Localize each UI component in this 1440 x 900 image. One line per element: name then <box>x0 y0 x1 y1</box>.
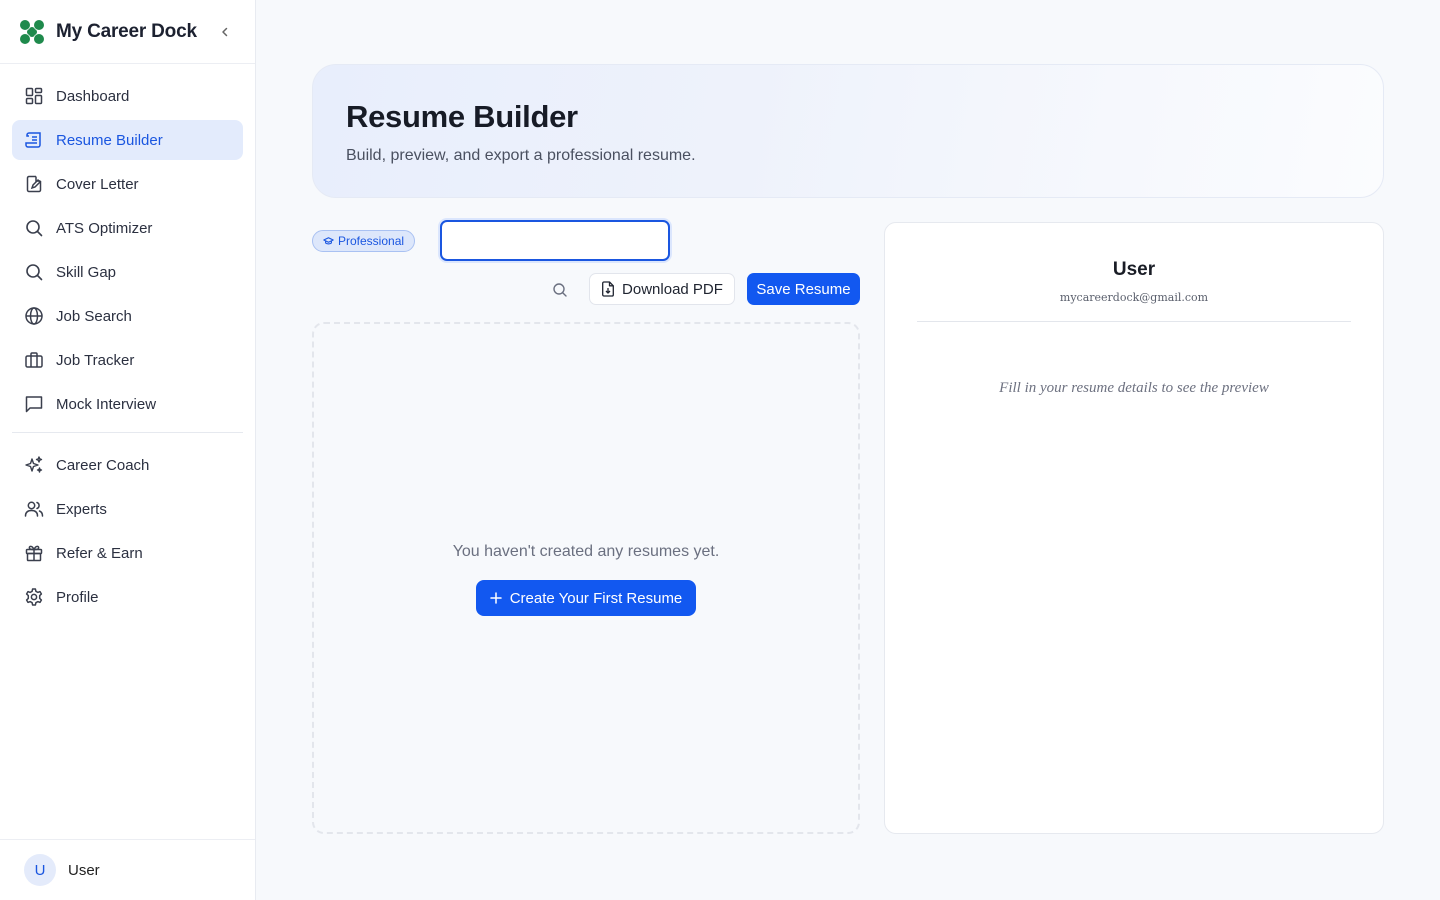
graduation-cap-icon <box>323 236 334 246</box>
sidebar-item-ats-optimizer[interactable]: ATS Optimizer <box>12 208 243 248</box>
sidebar-item-job-search[interactable]: Job Search <box>12 296 243 336</box>
sidebar-item-label: Dashboard <box>56 87 130 105</box>
sidebar-item-cover-letter[interactable]: Cover Letter <box>12 164 243 204</box>
sidebar-nav: Dashboard Resume Builder Cover Letter AT… <box>0 64 255 617</box>
create-first-resume-button[interactable]: Create Your First Resume <box>476 580 696 616</box>
search-icon <box>553 283 567 297</box>
search-button[interactable] <box>548 278 572 302</box>
sidebar-item-mock-interview[interactable]: Mock Interview <box>12 384 243 424</box>
sidebar-item-experts[interactable]: Experts <box>12 489 243 529</box>
sidebar: My Career Dock Dashboard Resume Builder … <box>0 0 256 900</box>
sidebar-item-label: Mock Interview <box>56 395 157 413</box>
cover-letter-icon <box>24 174 44 194</box>
chevron-left-icon <box>222 27 228 37</box>
sidebar-item-refer-earn[interactable]: Refer & Earn <box>12 533 243 573</box>
sidebar-item-job-tracker[interactable]: Job Tracker <box>12 340 243 380</box>
empty-state-message: You haven't created any resumes yet. <box>452 543 720 560</box>
page-subtitle: Build, preview, and export a professiona… <box>346 147 696 164</box>
sidebar-item-label: Job Search <box>56 307 132 325</box>
nav-divider <box>12 432 243 433</box>
preview-divider <box>917 321 1351 322</box>
download-pdf-label: Download PDF <box>622 280 723 298</box>
chat-icon <box>24 394 44 414</box>
page-header: Resume Builder Build, preview, and expor… <box>312 64 1384 198</box>
sidebar-item-career-coach[interactable]: Career Coach <box>12 445 243 485</box>
save-resume-button[interactable]: Save Resume <box>747 273 860 305</box>
sidebar-item-label: Profile <box>56 588 99 606</box>
sidebar-item-label: Experts <box>56 500 107 518</box>
create-first-resume-label: Create Your First Resume <box>509 589 683 607</box>
users-icon <box>24 499 44 519</box>
plus-icon <box>489 592 502 604</box>
download-pdf-button[interactable]: Download PDF <box>589 273 735 305</box>
user-menu[interactable]: U User <box>0 839 255 900</box>
briefcase-icon <box>24 350 44 370</box>
sidebar-item-label: Job Tracker <box>56 351 135 369</box>
resume-list-panel: You haven't created any resumes yet. Cre… <box>312 322 860 834</box>
sidebar-item-label: Career Coach <box>56 456 150 474</box>
app-name: My Career Dock <box>56 20 197 42</box>
sidebar-item-skill-gap[interactable]: Skill Gap <box>12 252 243 292</box>
sidebar-item-label: ATS Optimizer <box>56 219 153 237</box>
page-title: Resume Builder <box>346 99 578 134</box>
sidebar-item-label: Skill Gap <box>56 263 117 281</box>
search-icon <box>24 262 44 282</box>
avatar: U <box>24 854 56 886</box>
collapse-sidebar-button[interactable] <box>214 21 236 43</box>
resume-icon <box>24 130 44 150</box>
template-badge[interactable]: Professional <box>312 230 416 252</box>
sidebar-item-profile[interactable]: Profile <box>12 577 243 617</box>
sidebar-item-label: Refer & Earn <box>56 544 143 562</box>
resume-preview: User mycareerdock@gmail.com Fill in your… <box>884 222 1384 834</box>
dashboard-icon <box>24 86 44 106</box>
gear-icon <box>24 587 44 607</box>
resume-name-input[interactable] <box>440 220 670 261</box>
sidebar-item-label: Resume Builder <box>56 131 163 149</box>
logo-icon <box>20 19 44 44</box>
sidebar-item-resume-builder[interactable]: Resume Builder <box>12 120 243 160</box>
sparkles-icon <box>24 455 44 475</box>
file-download-icon <box>601 281 615 297</box>
user-name: User <box>68 861 100 879</box>
template-badge-label: Professional <box>338 234 405 248</box>
preview-email: mycareerdock@gmail.com <box>1059 291 1209 304</box>
preview-name: User <box>1112 259 1156 280</box>
preview-hint: Fill in your resume details to see the p… <box>999 380 1269 396</box>
globe-icon <box>24 306 44 326</box>
search-icon <box>24 218 44 238</box>
sidebar-item-dashboard[interactable]: Dashboard <box>12 76 243 116</box>
gift-icon <box>24 543 44 563</box>
sidebar-item-label: Cover Letter <box>56 175 139 193</box>
